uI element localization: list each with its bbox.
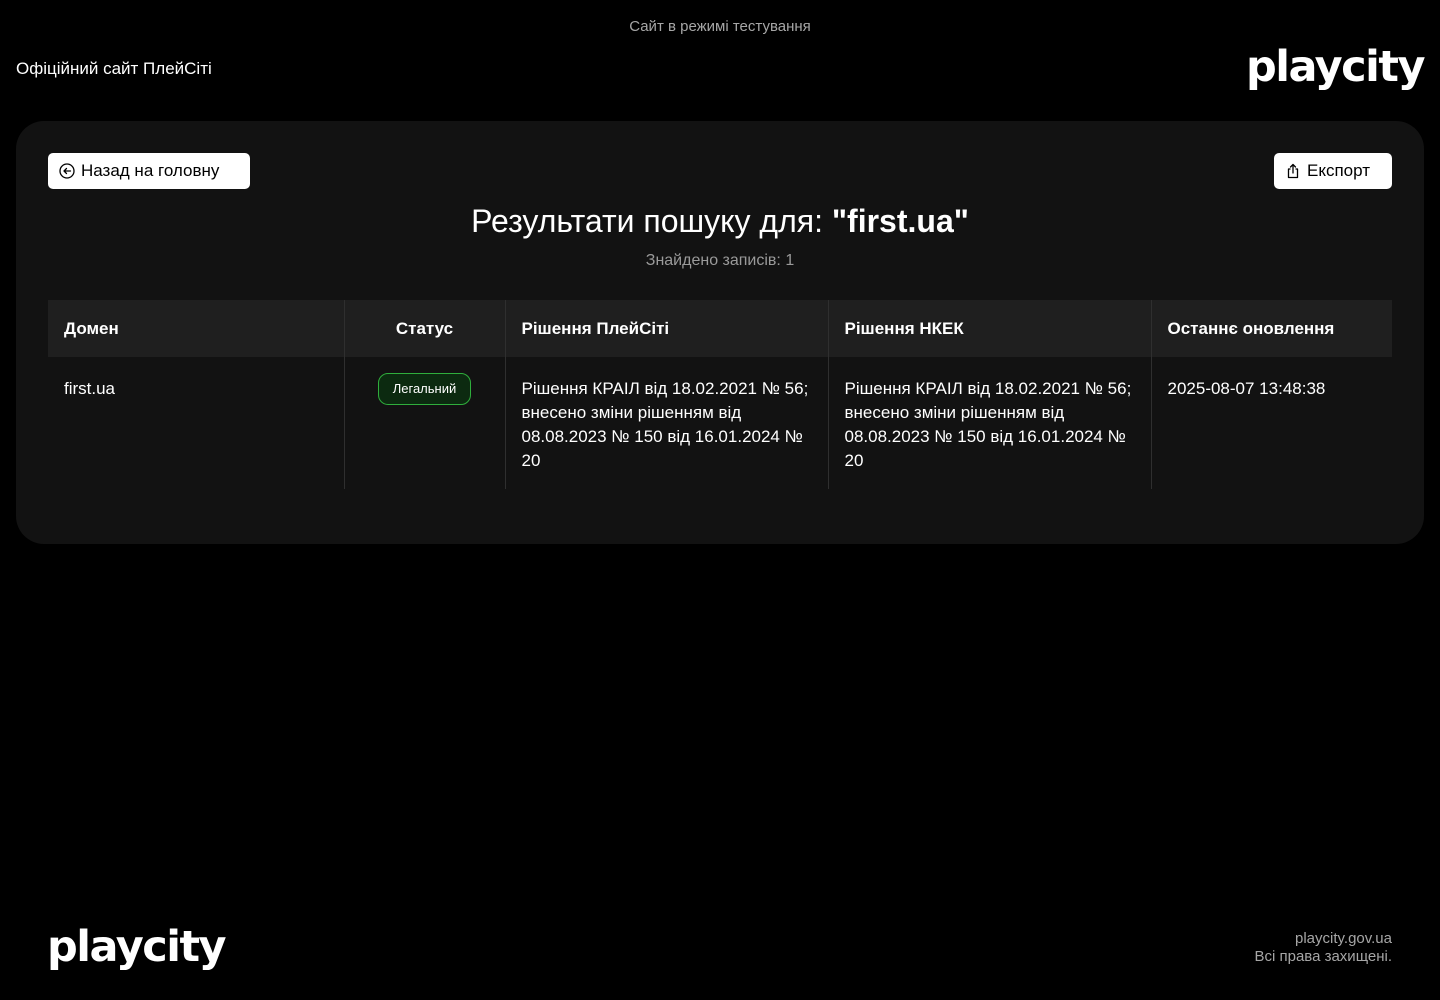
column-header-nkek-decision: Рішення НКЕК [828, 300, 1152, 357]
results-title-prefix: Результати пошуку для: [471, 203, 832, 239]
back-button-label: Назад на головну [81, 161, 220, 180]
export-button-label: Експорт [1307, 161, 1370, 180]
results-card: Назад на головну Експорт Результати пошу… [16, 121, 1424, 544]
page: Сайт в режимі тестування Офіційний сайт … [0, 0, 1440, 1000]
column-header-domain: Домен [48, 300, 345, 357]
table-header-row: Домен Статус Рішення ПлейСіті Рішення НК… [48, 300, 1392, 357]
column-header-playcity-decision: Рішення ПлейСіті [505, 300, 829, 357]
search-query: "first.ua" [831, 203, 969, 239]
status-badge: Легальний [377, 373, 472, 405]
test-mode-banner: Сайт в режимі тестування [629, 18, 811, 35]
records-count: Знайдено записів: 1 [645, 252, 795, 269]
footer-domain: playcity.gov.ua [1295, 930, 1392, 947]
results-title: Результати пошуку для: "first.ua" [16, 203, 1424, 240]
header-logo[interactable]: playcity [1246, 46, 1426, 89]
arrow-left-circle-icon [59, 163, 75, 179]
cell-playcity-decision: Рішення КРАІЛ від 18.02.2021 № 56; внесе… [505, 357, 829, 489]
share-export-icon [1285, 163, 1301, 179]
export-button[interactable]: Експорт [1274, 153, 1392, 189]
table-row: first.ua Легальний Рішення КРАІЛ від 18.… [48, 357, 1392, 489]
footer-logo[interactable]: playcity [47, 926, 227, 969]
cell-nkek-decision: Рішення КРАІЛ від 18.02.2021 № 56; внесе… [828, 357, 1152, 489]
site-label: Офіційний сайт ПлейСіті [16, 59, 212, 78]
cell-status: Легальний [344, 357, 506, 489]
footer-rights: Всі права захищені. [1254, 948, 1392, 965]
cell-domain: first.ua [48, 357, 345, 489]
back-to-home-button[interactable]: Назад на головну [48, 153, 250, 189]
column-header-status: Статус [344, 300, 506, 357]
footer-meta: playcity.gov.ua Всі права захищені. [1254, 930, 1392, 966]
column-header-last-update: Останнє оновлення [1151, 300, 1392, 357]
results-table: Домен Статус Рішення ПлейСіті Рішення НК… [48, 300, 1392, 489]
cell-last-update: 2025-08-07 13:48:38 [1167, 379, 1326, 398]
